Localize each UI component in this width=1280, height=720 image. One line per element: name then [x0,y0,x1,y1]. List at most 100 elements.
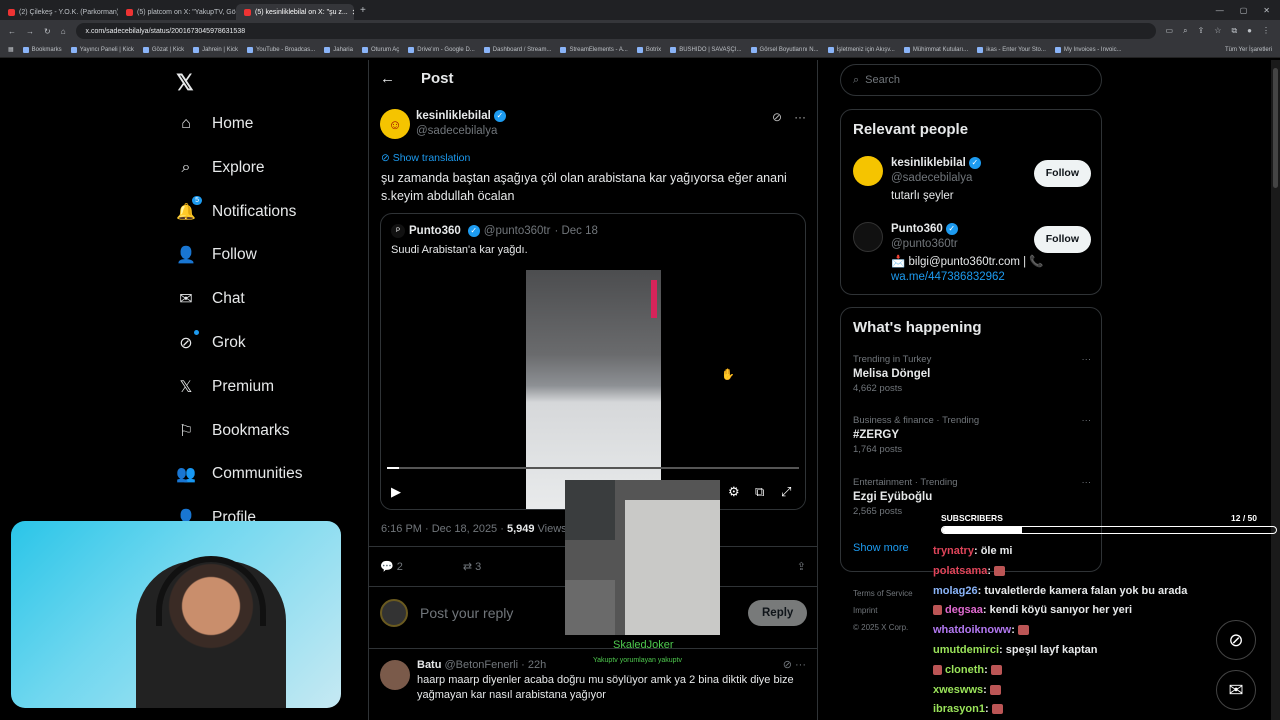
bookmark-item[interactable]: Jaharia [324,46,353,53]
more-options-icon[interactable]: ··· [1082,476,1092,489]
nav-item-premium[interactable]: 𝕏 Premium [176,377,274,397]
more-options-icon[interactable]: ··· [1082,414,1092,427]
trend-item[interactable]: Trending in Turkey Melisa Döngel 4,662 p… [853,353,1091,395]
chat-username[interactable]: trynatry [933,545,974,557]
page-scrollbar[interactable] [1271,60,1280,720]
show-more-link[interactable]: Show more [853,542,909,554]
bookmark-item[interactable]: Drive'ım - Google D... [408,46,475,53]
profile-avatar-icon[interactable]: ● [1247,26,1252,36]
play-icon[interactable]: ▶ [391,484,401,500]
grok-icon[interactable]: ⊘ [772,110,782,124]
bookmark-item[interactable]: Gözat | Kick [142,46,184,53]
zoom-icon[interactable]: ⌕ [1183,26,1187,36]
bookmark-item[interactable]: İşletmeniz için Akışv... [827,46,895,53]
reply-input[interactable]: Post your reply [420,605,513,621]
repost-action[interactable]: ⇄ 3 [463,560,481,573]
bookmark-item[interactable]: Jahrein | Kick [193,46,238,53]
bookmark-item[interactable]: Mühimmat Kutuları... [903,46,968,53]
more-options-icon[interactable]: ··· [794,110,806,124]
person-row[interactable]: Punto360 ✓ @punto360tr 📩 bilgi@punto360tr… [853,222,1091,285]
chat-username[interactable]: umutdemirci [933,644,999,656]
author-name[interactable]: kesinliklebilal [416,110,491,122]
settings-gear-icon[interactable]: ⚙ [728,484,740,500]
star-icon[interactable]: ☆ [1214,26,1221,36]
home-browser-icon[interactable]: ⌂ [61,27,66,36]
nav-item-chat[interactable]: ✉ Chat [176,289,244,309]
chat-username[interactable]: molag26 [933,585,978,597]
back-arrow-icon[interactable]: ← [8,27,16,36]
person-row[interactable]: kesinliklebilal ✓ @sadecebilalya tutarlı … [853,156,1091,204]
video-player[interactable]: ▶ ⚙ ⧉ ⤢ [381,270,805,509]
new-tab-button[interactable]: + [360,5,366,16]
reply-post[interactable]: Batu @BetonFenerli · 22h ⊘ ··· haarp maa… [380,658,806,703]
cast-icon[interactable]: ▭ [1166,26,1174,36]
all-bookmarks[interactable]: Tüm Yer İşaretleri [1225,47,1280,53]
reply-composer[interactable]: Post your reply [380,599,513,627]
browser-tab[interactable]: (5) kesinliklebilal on X: "şu z... ✕ [236,4,354,20]
reply-action[interactable]: 💬 2 [380,560,403,573]
browser-tab[interactable]: (5) platcom on X: "YakupTV, Gö...✕ [118,4,236,20]
bookmark-item[interactable]: YouTube - Broadcas... [246,46,315,53]
person-name[interactable]: kesinliklebilal [891,157,966,169]
share-icon[interactable]: ⇪ [797,560,806,573]
share-icon[interactable]: ⇪ [1198,26,1205,36]
close-window-icon[interactable]: ✕ [1263,6,1270,15]
url-field[interactable]: x.com/sadecebilalya/status/2001673045978… [75,23,1156,39]
bookmark-item[interactable]: StreamElements - A... [560,46,628,53]
trend-item[interactable]: Entertainment · Trending Ezgi Eyüboğlu 2… [853,476,1091,518]
minimize-icon[interactable]: — [1216,6,1224,15]
apps-grid-icon[interactable]: ▦ [8,46,14,53]
menu-dots-icon[interactable]: ⋮ [1262,26,1270,36]
video-progress-bar[interactable] [387,467,799,469]
bookmark-item[interactable]: Oturum Aç [361,46,399,53]
pip-icon[interactable]: ⧉ [755,484,764,500]
chat-username[interactable]: degsaa [945,604,983,616]
chat-username[interactable]: polatsama [933,565,987,577]
messages-icon[interactable]: ✉ [1216,670,1256,710]
nav-item-grok[interactable]: ⊘ Grok [176,330,246,353]
more-options-icon[interactable]: ··· [1082,353,1092,366]
bookmark-item[interactable]: Dashboard / Stream... [483,46,551,53]
reply-avatar[interactable] [380,660,410,690]
nav-item-home[interactable]: ⌂ Home [176,114,253,134]
more-options-icon[interactable]: ⊘ ··· [783,658,806,673]
bookmark-item[interactable]: Görsel Boyutlarını N... [750,46,819,53]
x-logo-icon[interactable]: 𝕏 [176,70,194,96]
reload-icon[interactable]: ↻ [44,27,51,36]
person-avatar[interactable] [853,222,883,252]
back-arrow-icon[interactable]: ← [380,70,395,87]
bookmark-item[interactable]: Botrix [636,46,661,53]
bookmark-item[interactable]: My Invoices - Invoic... [1054,46,1122,53]
chat-username[interactable]: cloneth [945,664,984,676]
nav-item-bookmarks[interactable]: ⚐ Bookmarks [176,421,290,441]
trend-item[interactable]: Business & finance · Trending #ZERGY 1,7… [853,414,1091,456]
reply-button[interactable]: Reply [748,600,808,626]
chat-username[interactable]: xweswws [933,684,983,696]
bookmark-item[interactable]: ikas - Enter Your Sto... [977,46,1046,53]
nav-item-communities[interactable]: 👥 Communities [176,464,302,484]
grok-icon[interactable]: ⊘ [1216,620,1256,660]
bookmark-item[interactable]: BUSHIDO | SAVAŞÇI... [670,46,742,53]
chat-username[interactable]: whatdoiknoww [933,624,1011,636]
follow-button[interactable]: Follow [1033,226,1091,253]
show-translation-link[interactable]: ⊘ Show translation [381,152,470,164]
author-handle[interactable]: @sadecebilalya [416,125,497,137]
person-avatar[interactable] [853,156,883,186]
close-tab-icon[interactable]: ✕ [352,8,354,17]
nav-item-follow[interactable]: 👤 Follow [176,245,257,265]
bookmark-item[interactable]: Yayıncı Paneli | Kick [70,46,134,53]
forward-arrow-icon[interactable]: → [26,27,34,36]
maximize-icon[interactable]: ▢ [1240,6,1248,15]
search-input[interactable]: ⌕ Search [840,64,1102,96]
chat-username[interactable]: ibrasyon1 [933,703,985,715]
nav-item-explore[interactable]: ⌕ Explore [176,158,265,178]
scrollbar-thumb[interactable] [1273,68,1278,188]
person-bio-link[interactable]: wa.me/447386832962 [891,270,1044,285]
extensions-icon[interactable]: ⧉ [1231,26,1237,36]
browser-tab[interactable]: (2) Çilekeş - Y.O.K. (Parkorman)✕ [0,4,118,20]
follow-button[interactable]: Follow [1033,160,1091,187]
quoted-post[interactable]: P Punto360 ✓ @punto360tr · Dec 18 Suudi A… [380,213,806,510]
person-name[interactable]: Punto360 [891,223,943,235]
reply-author-name[interactable]: Batu [417,659,441,671]
nav-item-notifications[interactable]: 🔔 5 Notifications [176,195,296,222]
